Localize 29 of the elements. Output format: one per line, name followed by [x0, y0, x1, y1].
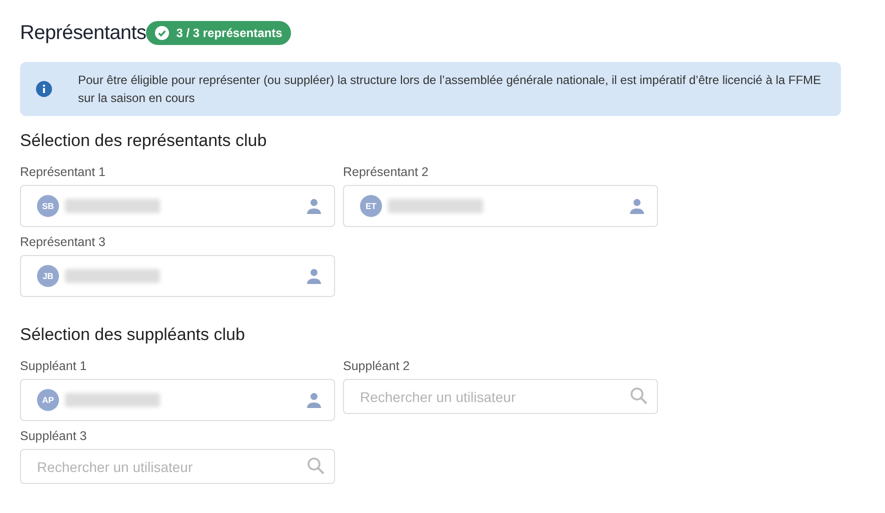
field-label: Représentant 3	[20, 235, 106, 249]
field-label: Suppléant 3	[20, 429, 88, 443]
avatar-initials: SB	[37, 195, 59, 217]
person-icon	[306, 268, 322, 284]
user-field[interactable]: SB	[20, 185, 335, 227]
field-label: Représentant 2	[343, 165, 430, 179]
check-circle-icon	[154, 25, 170, 41]
person-icon	[629, 198, 645, 214]
search-field[interactable]: Rechercher un utilisateur	[343, 379, 658, 414]
field-label: Suppléant 2	[343, 359, 411, 373]
user-field[interactable]: JB	[20, 255, 335, 297]
user-field[interactable]: AP	[20, 379, 335, 421]
avatar-initials: AP	[37, 389, 59, 411]
user-field[interactable]: ET	[343, 185, 658, 227]
field-label: Représentant 1	[20, 165, 106, 179]
search-field[interactable]: Rechercher un utilisateur	[20, 449, 335, 484]
info-text: Pour être éligible pour représenter (ou suppléer) la structure lors de l’assemblée générale nationale, il est impératif d’être licencié à la FFME sur la saison en cours	[78, 72, 822, 107]
search-icon	[307, 457, 325, 475]
avatar-initials: JB	[37, 265, 59, 287]
info-icon	[36, 81, 52, 97]
section-heading: Sélection des suppléants club	[20, 325, 246, 345]
person-icon	[306, 198, 322, 214]
person-icon	[306, 392, 322, 408]
field-label: Suppléant 1	[20, 359, 88, 373]
section-heading: Sélection des représentants club	[20, 131, 268, 151]
page-title: Représentants	[20, 22, 146, 44]
search-icon	[630, 387, 648, 405]
count-badge: 3 / 3 représentants	[146, 21, 292, 45]
avatar-initials: ET	[360, 195, 382, 217]
